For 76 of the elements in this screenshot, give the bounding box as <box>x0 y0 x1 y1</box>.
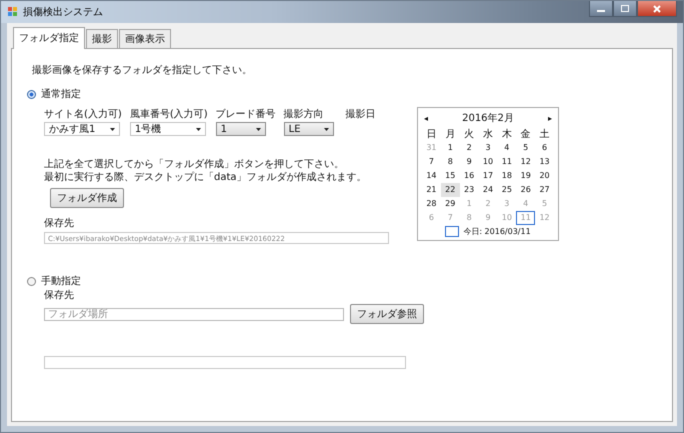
note-text: 最初に実行する際、デスクトップに「data」フォルダが作成されます。 <box>44 171 368 184</box>
calendar-day[interactable]: 14 <box>422 169 441 183</box>
field-label: 保存先 <box>44 288 75 302</box>
calendar-day[interactable]: 11 <box>497 155 516 169</box>
field-label: サイト名(入力可) <box>44 108 122 121</box>
caret-icon <box>324 128 329 130</box>
calendar-day[interactable]: 10 <box>478 155 498 169</box>
today-link[interactable]: 今日: 2016/03/11 <box>463 226 531 237</box>
next-month-button[interactable]: ▸ <box>546 114 554 122</box>
radio-label: 手動指定 <box>41 274 81 288</box>
caret-icon <box>110 128 115 130</box>
calendar-day[interactable]: 12 <box>516 155 536 169</box>
calendar-day[interactable]: 19 <box>516 169 536 183</box>
field-label: 保存先 <box>44 216 75 230</box>
calendar-day[interactable]: 25 <box>497 183 516 197</box>
calendar-day[interactable]: 13 <box>535 155 554 169</box>
calendar-day[interactable]: 28 <box>422 197 441 211</box>
tab[interactable]: 撮影 <box>86 29 118 48</box>
calendar-day[interactable]: 5 <box>516 141 536 155</box>
previous-month-button[interactable]: ◂ <box>422 114 430 122</box>
radio-button[interactable] <box>27 90 36 98</box>
calendar-day[interactable]: 22 <box>440 183 460 197</box>
today-marker-icon <box>445 226 460 237</box>
browse-folder-button[interactable]: フォルダ参照 <box>350 304 424 324</box>
maximize-icon <box>621 5 629 12</box>
field-label: 撮影日 <box>346 108 376 122</box>
calendar-day[interactable]: 21 <box>422 183 441 197</box>
minimize-button[interactable] <box>589 1 613 17</box>
calendar-day[interactable]: 8 <box>440 155 460 169</box>
tab[interactable]: 画像表示 <box>119 29 171 48</box>
radio-label: 通常指定 <box>41 88 81 101</box>
calendar-day[interactable]: 2 <box>460 141 479 155</box>
calendar-day[interactable]: 16 <box>460 169 479 183</box>
maximize-button[interactable] <box>613 1 637 17</box>
weekday-label: 月 <box>444 128 456 141</box>
calendar-day[interactable]: 24 <box>478 183 498 197</box>
weekday-label: 金 <box>520 128 532 141</box>
calendar-day[interactable]: 20 <box>535 169 554 183</box>
calendar-day[interactable]: 18 <box>497 169 516 183</box>
note-text: 上記を全て選択してから「フォルダ作成」ボタンを押して下さい。 <box>44 158 345 171</box>
month-title: 2016年2月 <box>462 112 514 125</box>
weekday-label: 水 <box>482 128 494 141</box>
calendar-day[interactable]: 29 <box>440 197 460 211</box>
calendar-day[interactable]: 1 <box>440 141 460 155</box>
instruction-text: 撮影画像を保存するフォルダを指定して下さい。 <box>32 64 253 77</box>
weekday-label: 土 <box>538 128 551 141</box>
calendar-day[interactable]: 27 <box>535 183 554 197</box>
dropdown[interactable]: 1 <box>216 122 266 136</box>
radio-button[interactable] <box>27 276 36 286</box>
calendar-day[interactable]: 9 <box>460 155 479 169</box>
calendar-day[interactable]: 26 <box>516 183 536 197</box>
field-label: ブレード番号 <box>216 108 276 121</box>
weekday-label: 火 <box>463 128 476 141</box>
caret-icon <box>196 128 201 130</box>
close-icon <box>653 4 661 12</box>
close-button[interactable] <box>637 1 677 17</box>
dropdown[interactable]: LE <box>284 122 334 136</box>
calendar-day[interactable]: 6 <box>535 141 554 155</box>
combo-box[interactable]: かみす風1 <box>44 122 120 136</box>
create-folder-button[interactable]: フォルダ作成 <box>50 188 124 208</box>
field-label: 撮影方向 <box>284 108 325 121</box>
calendar-day[interactable]: 15 <box>440 169 460 183</box>
app-icon <box>8 7 18 17</box>
calendar-day[interactable]: 7 <box>422 155 441 169</box>
caret-icon <box>256 128 261 130</box>
calendar-day[interactable]: 23 <box>460 183 479 197</box>
tab[interactable]: フォルダ指定 <box>13 27 85 49</box>
calendar-day[interactable]: 17 <box>478 169 498 183</box>
weekday-label: 木 <box>500 128 513 141</box>
window-title: 損傷検出システム <box>23 6 103 19</box>
folder-path-field[interactable]: フォルダ場所 <box>44 308 344 320</box>
weekday-label: 日 <box>425 128 438 141</box>
calendar-day[interactable]: 3 <box>478 141 498 155</box>
field-label: 風車番号(入力可) <box>130 108 208 121</box>
combo-box[interactable]: 1号機 <box>130 122 206 136</box>
calendar-day[interactable]: 4 <box>497 141 516 155</box>
